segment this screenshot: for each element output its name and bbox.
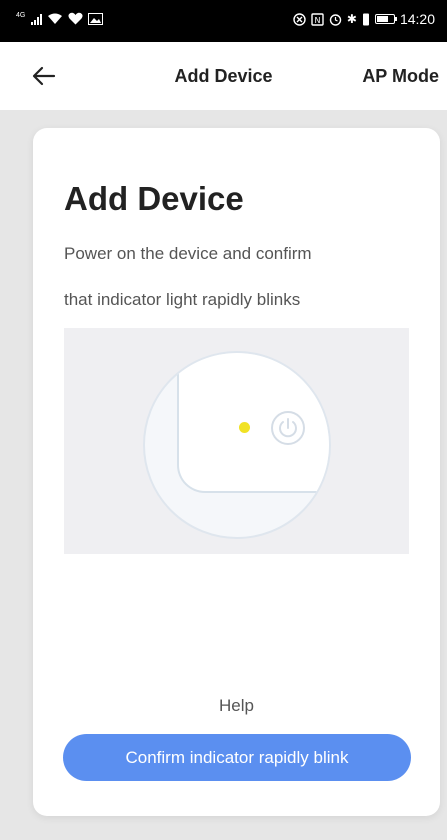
network-type-label: 4G [16,12,26,19]
confirm-blink-button[interactable]: Confirm indicator rapidly blink [63,734,411,781]
power-icon [271,411,305,445]
ap-mode-button[interactable]: AP Mode [362,66,439,87]
zoom-circle [143,351,331,539]
status-bar: 4G N ✱ 14:20 [0,0,447,42]
alarm-icon: N [311,12,324,26]
clock-icon [329,13,342,26]
signal-icon [31,13,43,25]
status-bar-left: 4G [16,12,104,25]
device-corner [177,353,329,493]
help-link[interactable]: Help [33,696,440,716]
card-title: Add Device [64,180,244,217]
status-time: 14:20 [399,11,435,27]
top-nav-bar: Add Device AP Mode [0,42,447,110]
svg-text:N: N [314,16,320,25]
bluetooth-icon: ✱ [346,12,357,26]
add-device-card: Add Device Power on the device and confi… [33,128,440,816]
image-icon [88,12,104,25]
battery-icon [374,14,397,24]
wifi-icon [48,13,63,24]
instruction-text-line-2: that indicator light rapidly blinks [64,290,301,309]
indicator-light-icon [239,422,250,433]
status-bar-right: N ✱ 14:20 [293,11,435,27]
heart-rate-icon [68,12,83,25]
nfc-icon [293,12,306,26]
instruction-text-line-1: Power on the device and confirm [64,244,312,263]
vibrate-icon [362,13,369,25]
device-illustration [64,328,409,554]
